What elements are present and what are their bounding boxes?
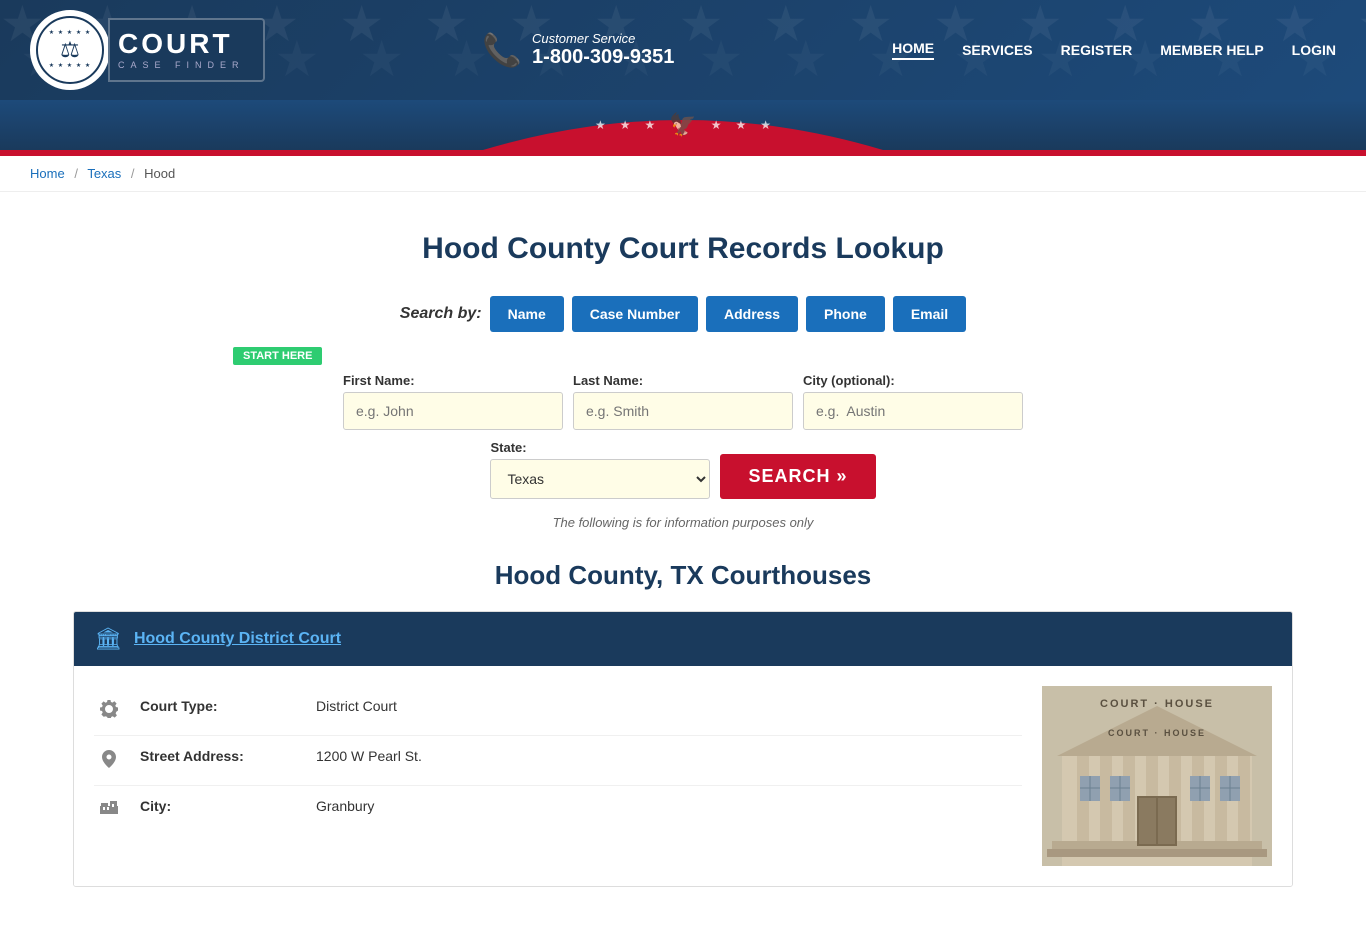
logo-circle: ★ ★ ★ ★ ★ ⚖ ★ ★ ★ ★ ★ (30, 10, 110, 90)
court-details: Court Type: District Court Street Addres… (94, 686, 1022, 866)
court-card-hood-district: 🏛 Hood County District Court Court Type:… (73, 611, 1293, 887)
main-nav: HOME SERVICES REGISTER MEMBER HELP LOGIN (892, 40, 1336, 60)
city-icon (94, 800, 124, 819)
city-label: City (optional): (803, 373, 1023, 388)
last-name-label: Last Name: (573, 373, 793, 388)
breadcrumb-texas[interactable]: Texas (87, 166, 121, 181)
detail-row-address: Street Address: 1200 W Pearl St. (94, 736, 1022, 786)
address-value: 1200 W Pearl St. (316, 748, 422, 764)
logo-court-text: COURT (118, 30, 245, 58)
address-icon (94, 750, 124, 773)
tab-case-number[interactable]: Case Number (572, 296, 698, 332)
state-select[interactable]: Texas Alabama Alaska California Florida … (490, 459, 710, 499)
type-value: District Court (316, 698, 397, 714)
star-left-1: ★ (595, 118, 606, 132)
courthouses-title: Hood County, TX Courthouses (73, 560, 1293, 591)
breadcrumb: Home / Texas / Hood (0, 156, 1366, 192)
customer-service-label: Customer Service (532, 31, 674, 46)
star-right-3: ★ (760, 118, 771, 132)
eagle-symbol: 🦅 (669, 112, 696, 138)
logo-inner: ★ ★ ★ ★ ★ ⚖ ★ ★ ★ ★ ★ (36, 16, 104, 84)
city-detail-label: City: (140, 798, 300, 814)
phone-icon: 📞 (482, 31, 522, 69)
detail-row-city: City: Granbury (94, 786, 1022, 831)
court-title-link[interactable]: Hood County District Court (134, 630, 341, 648)
star-left-3: ★ (645, 118, 656, 132)
tab-email[interactable]: Email (893, 296, 966, 332)
contact-area: 📞 Customer Service 1-800-309-9351 (482, 31, 674, 69)
city-detail-value: Granbury (316, 798, 374, 814)
state-group: State: Texas Alabama Alaska California F… (490, 440, 710, 499)
state-label: State: (490, 440, 710, 455)
nav-register[interactable]: REGISTER (1061, 42, 1133, 58)
main-content: Hood County Court Records Lookup Search … (43, 192, 1323, 927)
nav-services[interactable]: SERVICES (962, 42, 1033, 58)
svg-text:COURT · HOUSE: COURT · HOUSE (1108, 728, 1206, 738)
tab-phone[interactable]: Phone (806, 296, 885, 332)
courthouse-image-svg: COURT · HOUSE (1042, 686, 1272, 866)
breadcrumb-current: Hood (144, 166, 175, 181)
info-note: The following is for information purpose… (73, 515, 1293, 530)
first-name-group: First Name: (343, 373, 563, 430)
city-group: City (optional): (803, 373, 1023, 430)
nav-member-help[interactable]: MEMBER HELP (1160, 42, 1263, 58)
site-header: ★★★★★★★★★★★★★★★★★★ ★★★★★★★★★★★★★★★★★★ ★ … (0, 0, 1366, 156)
search-section: Search by: Name Case Number Address Phon… (73, 296, 1293, 530)
page-title: Hood County Court Records Lookup (73, 232, 1293, 266)
logo-casefinder-text: CASE FINDER (118, 61, 245, 70)
last-name-input[interactable] (573, 392, 793, 430)
court-card-header: 🏛 Hood County District Court (74, 612, 1292, 666)
nav-home[interactable]: HOME (892, 40, 934, 60)
breadcrumb-home[interactable]: Home (30, 166, 65, 181)
star-right-1: ★ (711, 118, 722, 132)
tab-name[interactable]: Name (490, 296, 564, 332)
last-name-group: Last Name: (573, 373, 793, 430)
form-row: First Name: Last Name: City (optional): … (233, 373, 1133, 499)
courthouse-icon: 🏛 (94, 626, 122, 652)
city-input[interactable] (803, 392, 1023, 430)
logo-text: COURT CASE FINDER (108, 18, 265, 82)
breadcrumb-sep-2: / (131, 166, 135, 181)
nav-login[interactable]: LOGIN (1292, 42, 1336, 58)
search-submit-button[interactable]: SEARCH » (720, 454, 875, 499)
search-by-row: Search by: Name Case Number Address Phon… (73, 296, 1293, 332)
type-label: Court Type: (140, 698, 300, 714)
first-name-label: First Name: (343, 373, 563, 388)
courthouse-image: COURT · HOUSE (1042, 686, 1272, 866)
site-logo: ★ ★ ★ ★ ★ ⚖ ★ ★ ★ ★ ★ COURT CASE FINDER (30, 10, 265, 90)
address-label: Street Address: (140, 748, 300, 764)
eagle-strip: ★ ★ ★ 🦅 ★ ★ ★ (0, 100, 1366, 150)
star-left-2: ★ (620, 118, 631, 132)
tab-address[interactable]: Address (706, 296, 798, 332)
phone-number: 1-800-309-9351 (532, 46, 674, 69)
search-by-label: Search by: (400, 305, 482, 323)
star-right-2: ★ (735, 118, 746, 132)
court-card-body: Court Type: District Court Street Addres… (74, 666, 1292, 886)
search-form-container: START HERE First Name: Last Name: City (… (233, 346, 1133, 499)
start-here-badge: START HERE (233, 347, 322, 365)
detail-row-type: Court Type: District Court (94, 686, 1022, 736)
first-name-input[interactable] (343, 392, 563, 430)
type-icon (94, 700, 124, 723)
contact-info: Customer Service 1-800-309-9351 (532, 31, 674, 69)
breadcrumb-sep-1: / (74, 166, 78, 181)
